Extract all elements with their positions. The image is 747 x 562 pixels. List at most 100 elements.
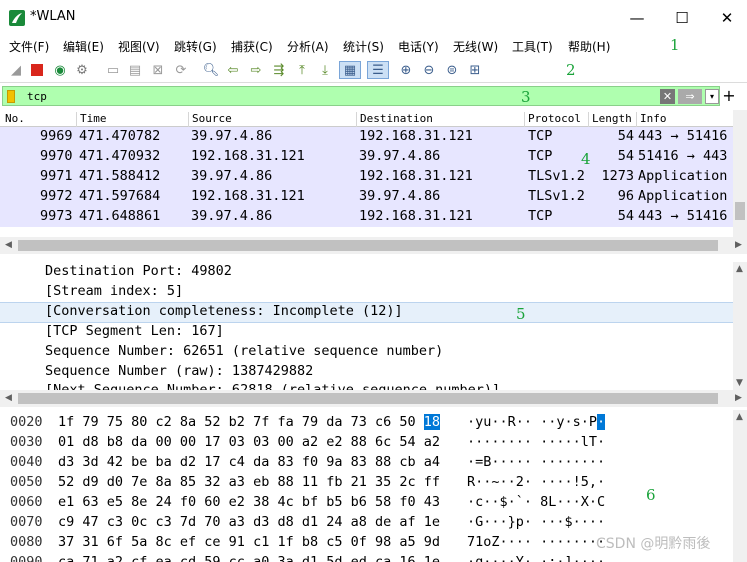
autoscroll-icon[interactable]: ▦ xyxy=(339,61,361,79)
menu-tools[interactable]: 工具(T) xyxy=(512,38,553,55)
menu-go[interactable]: 跳转(G) xyxy=(174,38,217,55)
hex-ascii: R··~··2· ····!5,· xyxy=(467,474,606,490)
scroll-down-icon[interactable]: ▼ xyxy=(736,378,743,388)
hex-row[interactable]: 0060 e1 63 e5 8e 24 f0 60 e2 38 4c bf b5… xyxy=(0,494,733,514)
detail-line[interactable]: [Next Sequence Number: 62818 (relative s… xyxy=(45,382,500,390)
packet-destination: 192.168.31.121 xyxy=(359,208,473,224)
scrollbar-thumb[interactable] xyxy=(18,240,718,251)
bytes-vscroll[interactable]: ▲ xyxy=(733,410,747,562)
filter-history-dropdown[interactable]: ▾ xyxy=(705,89,719,104)
column-protocol[interactable]: Protocol xyxy=(524,112,581,127)
column-time[interactable]: Time xyxy=(76,112,107,127)
window-title: *WLAN xyxy=(30,9,76,24)
save-file-icon[interactable]: ▤ xyxy=(126,61,144,79)
scroll-up-icon[interactable]: ▲ xyxy=(736,264,743,274)
menu-edit[interactable]: 编辑(E) xyxy=(63,38,104,55)
packet-source: 192.168.31.121 xyxy=(191,188,305,204)
packet-list-vscroll[interactable] xyxy=(733,110,747,237)
packet-length: 96 xyxy=(617,188,634,204)
selected-ascii[interactable]: · xyxy=(597,414,606,430)
packet-row[interactable]: 9971 471.588412 39.97.4.86 192.168.31.12… xyxy=(0,167,733,187)
hex-offset: 0030 xyxy=(10,434,43,450)
hex-bytes: c9 47 c3 0c c3 7d 70 a3 d3 d8 d1 24 a8 d… xyxy=(58,514,441,530)
last-packet-icon[interactable]: ⤓ xyxy=(316,61,334,79)
scroll-right-icon[interactable]: ▶ xyxy=(735,240,742,250)
go-forward-icon[interactable]: ⇨ xyxy=(247,61,265,79)
detail-line[interactable]: [TCP Segment Len: 167] xyxy=(45,323,224,339)
menu-analyze[interactable]: 分析(A) xyxy=(287,38,329,55)
go-to-packet-icon[interactable]: ⇶ xyxy=(270,61,288,79)
hex-row[interactable]: 0040 d3 3d 42 be ba d2 17 c4 da 83 f0 9a… xyxy=(0,454,733,474)
zoom-out-icon[interactable]: ⊖ xyxy=(420,61,438,79)
column-info[interactable]: Info xyxy=(636,112,667,127)
selected-byte[interactable]: 18 xyxy=(423,414,441,430)
bookmark-icon[interactable] xyxy=(7,90,15,103)
scrollbar-thumb[interactable] xyxy=(735,202,745,220)
menu-view[interactable]: 视图(V) xyxy=(118,38,160,55)
packet-row[interactable]: 9973 471.648861 39.97.4.86 192.168.31.12… xyxy=(0,207,733,227)
hex-bytes: 1f 79 75 80 c2 8a 52 b2 7f fa 79 da 73 c… xyxy=(58,414,441,430)
scroll-right-icon[interactable]: ▶ xyxy=(735,393,742,403)
detail-line-selected[interactable]: [Conversation completeness: Incomplete (… xyxy=(0,302,733,323)
close-button[interactable]: ✕ xyxy=(707,6,747,30)
annotation-5: 5 xyxy=(516,305,526,323)
clear-filter-button[interactable]: ✕ xyxy=(660,89,675,104)
packet-length: 54 xyxy=(617,208,634,224)
filter-value[interactable]: tcp xyxy=(27,90,47,103)
maximize-button[interactable]: ☐ xyxy=(662,6,702,30)
hex-row[interactable]: 0050 52 d9 d0 7e 8a 85 32 a3 eb 88 11 fb… xyxy=(0,474,733,494)
detail-line[interactable]: Destination Port: 49802 xyxy=(45,263,232,279)
details-vscroll[interactable]: ▲ ▼ xyxy=(733,262,747,390)
first-packet-icon[interactable]: ⤒ xyxy=(293,61,311,79)
scroll-left-icon[interactable]: ◀ xyxy=(5,393,12,403)
menu-statistics[interactable]: 统计(S) xyxy=(343,38,384,55)
hex-row[interactable]: 0020 1f 79 75 80 c2 8a 52 b2 7f fa 79 da… xyxy=(0,414,733,434)
normal-size-icon[interactable]: ⊜ xyxy=(443,61,461,79)
scroll-up-icon[interactable]: ▲ xyxy=(736,412,743,422)
main-toolbar: ◢ ◉ ⚙ ▭ ▤ ⊠ ⟳ 🔍︎ ⇦ ⇨ ⇶ ⤒ ⤓ ▦ ☰ ⊕ ⊖ ⊜ ⊞ xyxy=(0,57,747,83)
go-back-icon[interactable]: ⇦ xyxy=(224,61,242,79)
display-filter-input[interactable]: tcp ✕ ⇒ ▾ xyxy=(2,86,720,106)
packet-row[interactable]: 9970 471.470932 192.168.31.121 39.97.4.8… xyxy=(0,147,733,167)
packet-row[interactable]: 9969 471.470782 39.97.4.86 192.168.31.12… xyxy=(0,127,733,147)
column-destination[interactable]: Destination xyxy=(356,112,433,127)
packet-no: 9971 xyxy=(40,168,73,184)
stop-capture-icon[interactable] xyxy=(28,61,46,79)
menu-wireless[interactable]: 无线(W) xyxy=(453,38,498,55)
open-file-icon[interactable]: ▭ xyxy=(104,61,122,79)
detail-line[interactable]: [Stream index: 5] xyxy=(45,283,183,299)
scroll-left-icon[interactable]: ◀ xyxy=(5,240,12,250)
scrollbar-thumb[interactable] xyxy=(18,393,718,404)
start-capture-icon[interactable]: ◢ xyxy=(7,61,25,79)
minimize-button[interactable]: — xyxy=(617,6,657,30)
hex-row[interactable]: 0030 01 d8 b8 da 00 00 17 03 03 00 a2 e2… xyxy=(0,434,733,454)
capture-options-icon[interactable]: ⚙ xyxy=(73,61,91,79)
menu-file[interactable]: 文件(F) xyxy=(9,38,49,55)
detail-line[interactable]: Sequence Number (raw): 1387429882 xyxy=(45,363,313,379)
apply-filter-button[interactable]: ⇒ xyxy=(678,89,702,104)
annotation-3: 3 xyxy=(521,88,531,106)
hex-bytes: d3 3d 42 be ba d2 17 c4 da 83 f0 9a 83 8… xyxy=(58,454,441,470)
colorize-icon[interactable]: ☰ xyxy=(367,61,389,79)
hex-row[interactable]: 0070 c9 47 c3 0c c3 7d 70 a3 d3 d8 d1 24… xyxy=(0,514,733,534)
packet-row[interactable]: 9972 471.597684 192.168.31.121 39.97.4.8… xyxy=(0,187,733,207)
close-file-icon[interactable]: ⊠ xyxy=(149,61,167,79)
restart-capture-icon[interactable]: ◉ xyxy=(51,61,69,79)
hex-row[interactable]: 0090 ca 71 a2 cf ea cd 59 cc a0 3a d1 5d… xyxy=(0,554,733,562)
add-filter-button[interactable]: + xyxy=(722,86,736,106)
detail-line[interactable]: Sequence Number: 62651 (relative sequenc… xyxy=(45,343,443,359)
hex-offset: 0090 xyxy=(10,554,43,562)
column-source[interactable]: Source xyxy=(188,112,232,127)
column-length[interactable]: Length xyxy=(588,112,632,127)
packet-list-hscroll[interactable]: ◀ ▶ xyxy=(0,237,747,254)
zoom-in-icon[interactable]: ⊕ xyxy=(397,61,415,79)
packet-protocol: TCP xyxy=(528,208,553,224)
menu-capture[interactable]: 捕获(C) xyxy=(231,38,273,55)
find-packet-icon[interactable]: 🔍︎ xyxy=(202,61,220,79)
column-no[interactable]: No. xyxy=(0,112,25,127)
resize-columns-icon[interactable]: ⊞ xyxy=(466,61,484,79)
menu-help[interactable]: 帮助(H) xyxy=(568,38,610,55)
reload-file-icon[interactable]: ⟳ xyxy=(172,61,190,79)
details-hscroll[interactable]: ◀ ▶ xyxy=(0,390,747,407)
menu-telephony[interactable]: 电话(Y) xyxy=(398,38,439,55)
